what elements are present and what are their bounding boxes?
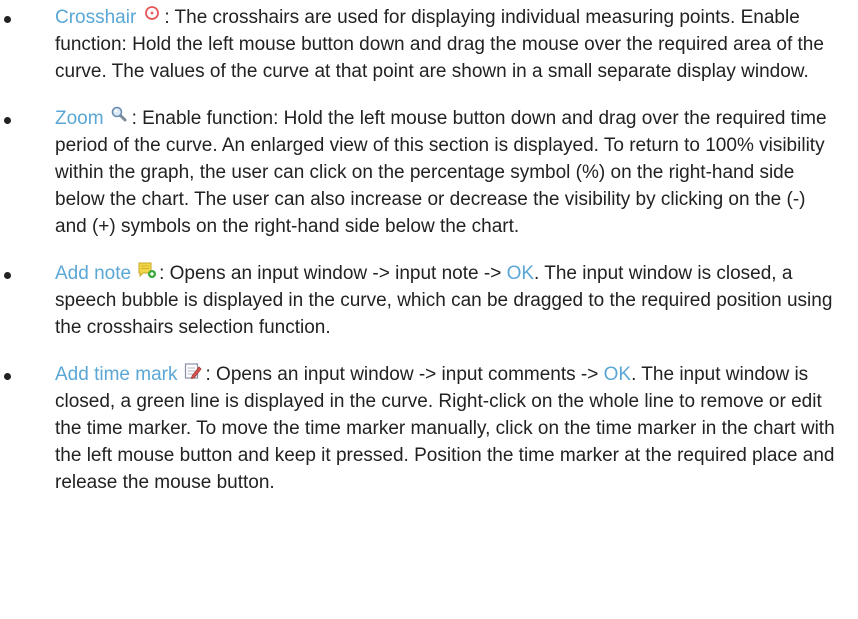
ok-label: OK	[603, 364, 632, 385]
description-add-time-mark-start: : Opens an input window -> input comment…	[205, 364, 604, 385]
bullet	[4, 16, 11, 23]
term-crosshair: Crosshair	[55, 7, 137, 28]
ok-label: OK	[506, 263, 535, 284]
list-item-crosshair: Crosshair : The crosshairs are used for …	[0, 0, 858, 85]
list-item-add-note: Add note : Opens an input window -> inpu…	[0, 260, 858, 341]
list-item-zoom: Zoom : Enable function: Hold the left mo…	[0, 105, 858, 240]
list-item-add-time-mark: Add time mark : Opens an input window ->…	[0, 361, 858, 496]
magnifier-icon	[110, 105, 130, 125]
term-zoom: Zoom	[55, 108, 104, 129]
crosshair-icon	[142, 4, 162, 24]
bullet	[4, 272, 11, 279]
bullet	[4, 373, 11, 380]
bullet	[4, 117, 11, 124]
term-add-note: Add note	[55, 263, 132, 284]
description-add-note-start: : Opens an input window -> input note ->	[159, 263, 507, 284]
add-note-icon	[137, 260, 157, 280]
term-add-time-mark: Add time mark	[55, 364, 178, 385]
description-crosshair: : The crosshairs are used for displaying…	[55, 7, 824, 82]
description-zoom: : Enable function: Hold the left mouse b…	[55, 108, 827, 237]
feature-list: Crosshair : The crosshairs are used for …	[0, 0, 858, 496]
add-time-mark-icon	[183, 361, 203, 381]
document-page: Crosshair : The crosshairs are used for …	[0, 0, 858, 619]
